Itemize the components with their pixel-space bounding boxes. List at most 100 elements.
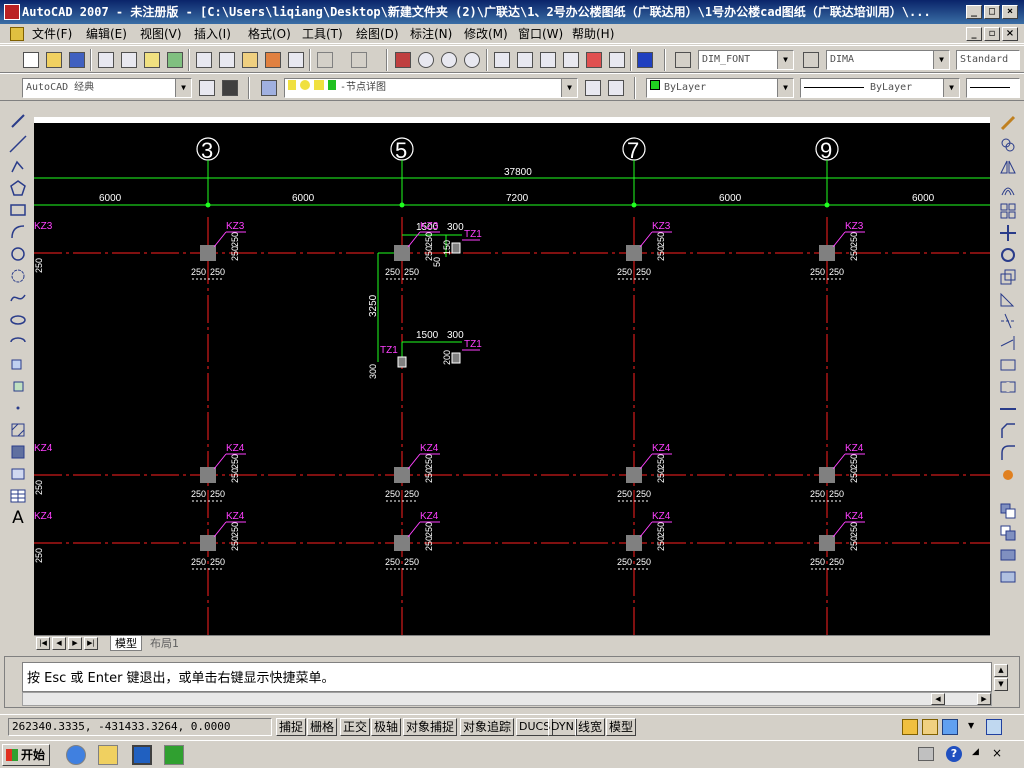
menu-format[interactable]: 格式(O) — [244, 26, 295, 42]
workspace-combo[interactable]: AutoCAD 经典 ▼ — [22, 78, 192, 98]
spline-icon[interactable] — [9, 289, 27, 307]
zoom-previous-icon[interactable] — [461, 49, 483, 71]
trim-icon[interactable] — [999, 312, 1017, 330]
tray-help-icon[interactable]: ? — [946, 746, 962, 762]
dim-style-combo[interactable]: DIMA ▼ — [826, 50, 950, 70]
prev-tab-button[interactable]: ◀ — [52, 637, 66, 650]
dyn-toggle[interactable]: DYN — [548, 718, 577, 736]
draw-order-under-icon[interactable] — [999, 568, 1017, 586]
zoom-realtime-icon[interactable] — [415, 49, 437, 71]
open-icon[interactable] — [43, 49, 65, 71]
zoom-window-icon[interactable] — [438, 49, 460, 71]
polar-toggle[interactable]: 极轴 — [371, 718, 402, 736]
close-button[interactable]: × — [1002, 5, 1018, 19]
grid-toggle[interactable]: 栅格 — [307, 718, 338, 736]
multiline-text-icon[interactable]: A — [9, 509, 27, 527]
menu-window[interactable]: 窗口(W) — [514, 26, 567, 42]
print-preview-icon[interactable] — [118, 49, 140, 71]
layer-previous-icon[interactable] — [605, 77, 627, 99]
menu-view[interactable]: 视图(V) — [136, 26, 186, 42]
lineweight-combo[interactable] — [966, 78, 1020, 98]
draw-order-above-icon[interactable] — [999, 546, 1017, 564]
break-icon[interactable] — [999, 378, 1017, 396]
lineweight-toggle[interactable]: 线宽 — [575, 718, 606, 736]
drawing-canvas[interactable]: 3 5 7 9 37800 6000 6000 7200 6000 6000 1500 300 3250… — [34, 117, 990, 635]
copy-object-icon[interactable] — [999, 136, 1017, 154]
draw-order-front-icon[interactable] — [999, 502, 1017, 520]
linetype-combo[interactable]: ByLayer ▼ — [800, 78, 960, 98]
autocad-task-icon[interactable] — [132, 745, 152, 765]
hatch-icon[interactable] — [9, 421, 27, 439]
paste-icon[interactable] — [239, 49, 261, 71]
osnap-toggle[interactable]: 对象捕捉 — [403, 718, 458, 736]
make-block-icon[interactable] — [9, 377, 27, 395]
rotate-icon[interactable] — [999, 246, 1017, 264]
maximize-button[interactable]: □ — [984, 5, 1000, 19]
tray-settings-icon[interactable] — [942, 719, 958, 735]
status-menu-arrow-icon[interactable]: ▼ — [968, 721, 974, 730]
insert-block-icon[interactable] — [9, 355, 27, 373]
annotation-scale-icon[interactable] — [902, 719, 918, 735]
redo-icon[interactable] — [348, 49, 370, 71]
snap-toggle[interactable]: 捕捉 — [276, 718, 307, 736]
command-scrollbar[interactable]: ◀ ▶ — [22, 692, 992, 706]
explode-icon[interactable] — [999, 466, 1017, 484]
revision-cloud-icon[interactable] — [9, 267, 27, 285]
otrack-toggle[interactable]: 对象追踪 — [460, 718, 515, 736]
tool-palettes-icon[interactable] — [537, 49, 559, 71]
my-workspace-icon[interactable] — [219, 77, 241, 99]
command-vscroll[interactable]: ▲ ▼ — [994, 664, 1010, 692]
autocad-app-icon[interactable] — [4, 4, 20, 20]
menu-insert[interactable]: 插入(I) — [190, 26, 235, 42]
point-icon[interactable] — [9, 399, 27, 417]
coordinate-readout[interactable]: 262340.3335, -431433.3264, 0.0000 — [8, 718, 272, 736]
menu-modify[interactable]: 修改(M) — [460, 26, 512, 42]
keyboard-icon[interactable] — [918, 747, 934, 761]
block-editor-icon[interactable] — [285, 49, 307, 71]
next-tab-button[interactable]: ▶ — [68, 637, 82, 650]
make-layer-current-icon[interactable] — [582, 77, 604, 99]
publish-icon[interactable] — [141, 49, 163, 71]
menu-edit[interactable]: 编辑(E) — [82, 26, 131, 42]
properties-icon[interactable] — [491, 49, 513, 71]
save-icon[interactable] — [66, 49, 88, 71]
tab-layout1[interactable]: 布局1 — [146, 636, 183, 651]
undo-icon[interactable] — [314, 49, 336, 71]
gradient-icon[interactable] — [9, 443, 27, 461]
explorer-icon[interactable] — [98, 745, 118, 765]
arc-icon[interactable] — [9, 223, 27, 241]
polyline-icon[interactable] — [9, 157, 27, 175]
menu-help[interactable]: 帮助(H) — [568, 26, 618, 42]
lock-icon[interactable] — [922, 719, 938, 735]
rectangle-icon[interactable] — [9, 201, 27, 219]
construction-line-icon[interactable] — [9, 135, 27, 153]
clean-screen-icon[interactable] — [986, 719, 1002, 735]
help-icon[interactable] — [634, 49, 656, 71]
calculator-icon[interactable] — [606, 49, 628, 71]
match-properties-icon[interactable] — [262, 49, 284, 71]
menu-dimension[interactable]: 标注(N) — [406, 26, 456, 42]
tray-expand-icon[interactable]: ◢ — [972, 747, 979, 757]
tray-close-icon[interactable]: × — [992, 746, 1002, 760]
circle-icon[interactable] — [9, 245, 27, 263]
scale-icon[interactable] — [999, 268, 1017, 286]
move-icon[interactable] — [999, 224, 1017, 242]
design-center-icon[interactable] — [514, 49, 536, 71]
table-icon[interactable] — [9, 487, 27, 505]
minimize-button[interactable]: _ — [966, 5, 982, 19]
model-toggle[interactable]: 模型 — [606, 718, 637, 736]
document-icon[interactable] — [10, 27, 24, 41]
polygon-icon[interactable] — [9, 179, 27, 197]
sheet-set-icon[interactable] — [560, 49, 582, 71]
region-icon[interactable] — [9, 465, 27, 483]
draw-order-back-icon[interactable] — [999, 524, 1017, 542]
array-icon[interactable] — [999, 202, 1017, 220]
etransmit-icon[interactable] — [164, 49, 186, 71]
glodon-task-icon[interactable] — [164, 745, 184, 765]
copy-icon[interactable] — [216, 49, 238, 71]
table-style-combo[interactable]: Standard — [956, 50, 1020, 70]
pan-icon[interactable] — [392, 49, 414, 71]
extend-icon[interactable] — [999, 334, 1017, 352]
break-at-point-icon[interactable] — [999, 356, 1017, 374]
fillet-icon[interactable] — [999, 444, 1017, 462]
